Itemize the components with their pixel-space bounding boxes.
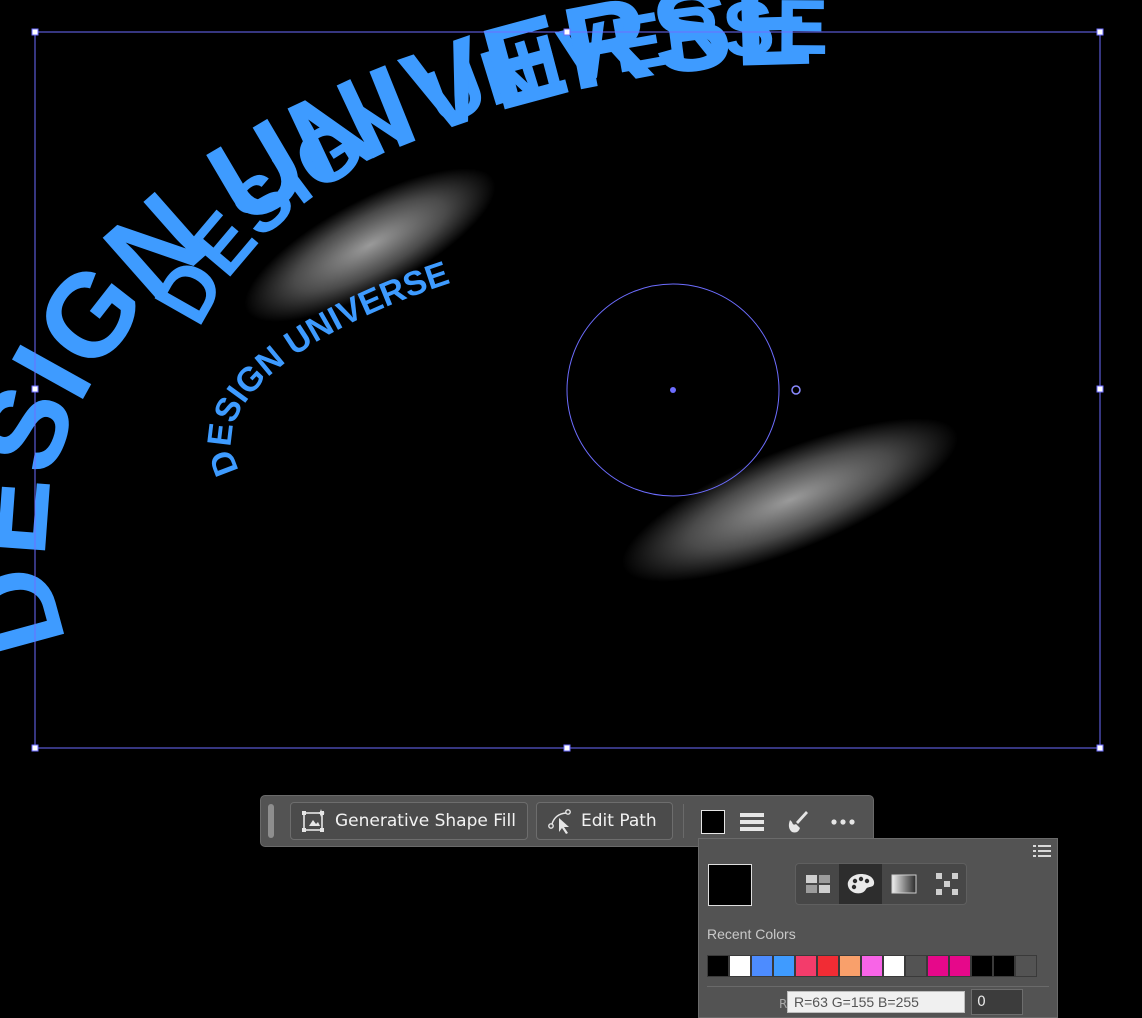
recent-color-swatch[interactable] (795, 955, 817, 977)
color-picker-mode-button[interactable] (839, 864, 882, 904)
recent-color-swatch[interactable] (971, 955, 993, 977)
recent-color-swatch[interactable] (839, 955, 861, 977)
panel-menu-icon[interactable] (1033, 843, 1051, 859)
swatches-mode-button[interactable] (796, 864, 839, 904)
stroke-lines-icon[interactable] (738, 808, 766, 836)
recent-colors-row (707, 955, 1037, 979)
color-mode-switcher (795, 863, 967, 905)
recent-color-swatch[interactable] (905, 955, 927, 977)
swatches-icon (805, 875, 830, 893)
generative-fill-icon (302, 809, 325, 832)
recent-colors-label: Recent Colors (707, 926, 796, 942)
color-value-tooltip: R=63 G=155 B=255 (787, 991, 965, 1013)
drag-handle[interactable] (268, 804, 274, 838)
recent-color-swatch[interactable] (751, 955, 773, 977)
recent-color-swatch[interactable] (1015, 955, 1037, 977)
brush-icon[interactable] (784, 808, 812, 836)
fill-color-swatch[interactable] (701, 810, 725, 834)
gradient-icon (891, 874, 916, 894)
recent-color-swatch[interactable] (861, 955, 883, 977)
edit-path-label: Edit Path (581, 811, 657, 831)
generative-shape-fill-button[interactable]: Generative Shape Fill (290, 802, 528, 840)
artwork-svg: DESIGN UNIVERSE DESIGN UNIVERSE DESIGN U… (0, 0, 1104, 752)
generative-shape-fill-label: Generative Shape Fill (335, 811, 516, 831)
panel-divider (707, 986, 1049, 987)
color-value-field[interactable]: 0 (971, 989, 1023, 1015)
toolbar-divider (683, 804, 684, 838)
recent-color-swatch[interactable] (729, 955, 751, 977)
edit-path-button[interactable]: Edit Path (536, 802, 673, 840)
gradient-mode-button[interactable] (882, 864, 925, 904)
recent-color-swatch[interactable] (773, 955, 795, 977)
recent-color-swatch[interactable] (949, 955, 971, 977)
rotation-handle[interactable] (791, 385, 801, 395)
pattern-icon (935, 873, 958, 895)
ring-shading (622, 418, 958, 582)
recent-color-swatch[interactable] (707, 955, 729, 977)
color-panel-popover: Recent Colors R R=63 G=155 B=255 0 (698, 838, 1058, 1018)
pattern-mode-button[interactable] (925, 864, 968, 904)
recent-color-swatch[interactable] (993, 955, 1015, 977)
current-color-swatch[interactable] (708, 864, 752, 906)
center-point[interactable] (670, 387, 676, 393)
recent-color-swatch[interactable] (883, 955, 905, 977)
pen-path-icon (548, 809, 571, 834)
recent-color-swatch[interactable] (817, 955, 839, 977)
color-picker-icon (847, 874, 874, 894)
more-icon[interactable] (829, 808, 857, 836)
recent-color-swatch[interactable] (927, 955, 949, 977)
artboard-canvas[interactable]: DESIGN UNIVERSE DESIGN UNIVERSE DESIGN U… (0, 0, 1142, 760)
